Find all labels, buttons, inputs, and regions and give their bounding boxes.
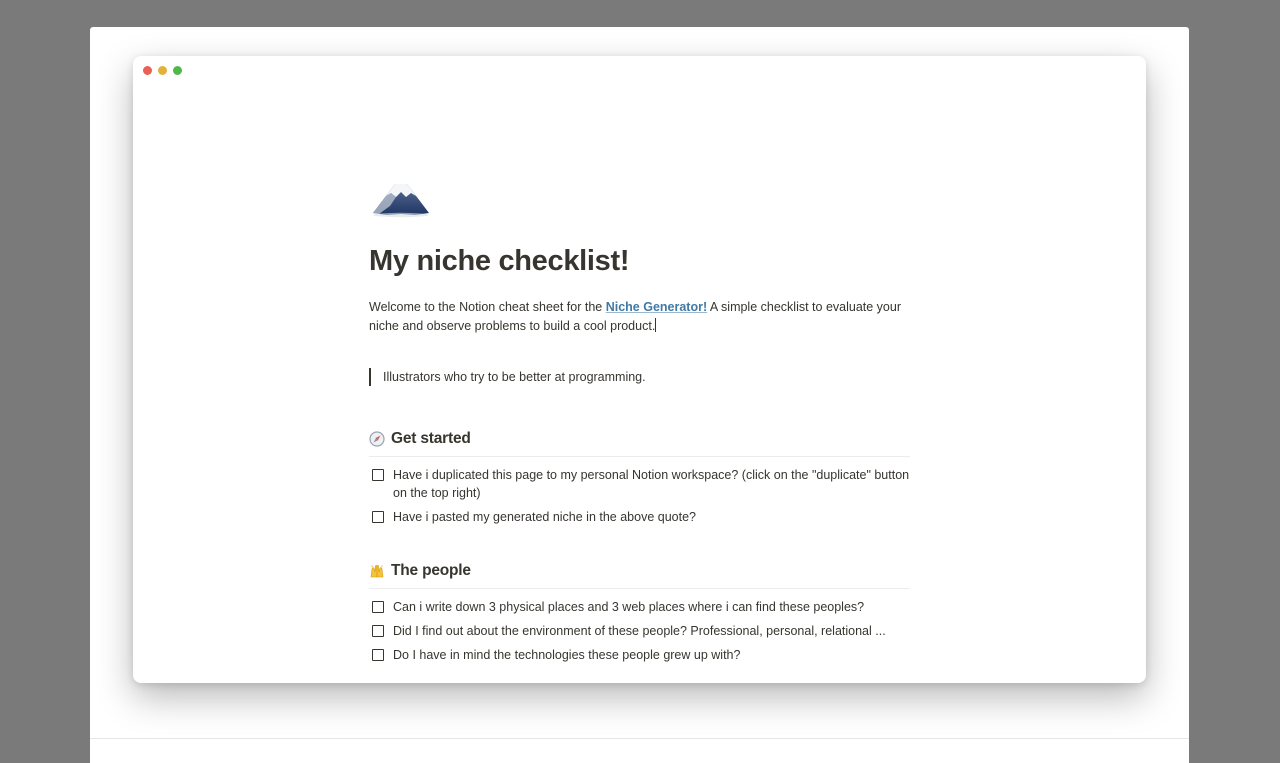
intro-text-before-link: Welcome to the Notion cheat sheet for th… bbox=[369, 299, 606, 314]
todo-text[interactable]: Can i write down 3 physical places and 3… bbox=[393, 598, 910, 616]
todo-list-the-people: Can i write down 3 physical places and 3… bbox=[369, 598, 910, 664]
todo-text[interactable]: Have i duplicated this page to my person… bbox=[393, 466, 910, 502]
maximize-window-button[interactable] bbox=[173, 66, 182, 75]
todo-text[interactable]: Do I have in mind the technologies these… bbox=[393, 646, 910, 664]
text-cursor bbox=[655, 317, 657, 332]
niche-generator-link[interactable]: Niche Generator! bbox=[606, 300, 707, 314]
section-title: The people bbox=[391, 561, 471, 579]
todo-list-get-started: Have i duplicated this page to my person… bbox=[369, 466, 910, 526]
window-controls bbox=[143, 66, 182, 75]
todo-checkbox[interactable] bbox=[372, 648, 384, 661]
todo-item: Can i write down 3 physical places and 3… bbox=[369, 598, 910, 616]
todo-checkbox[interactable] bbox=[372, 600, 384, 613]
raising-hands-icon bbox=[370, 564, 384, 578]
minimize-window-button[interactable] bbox=[158, 66, 167, 75]
todo-item: Have i duplicated this page to my person… bbox=[369, 466, 910, 502]
compass-icon bbox=[369, 431, 385, 447]
close-window-button[interactable] bbox=[143, 66, 152, 75]
todo-item: Do I have in mind the technologies these… bbox=[369, 646, 910, 664]
todo-checkbox[interactable] bbox=[372, 510, 384, 523]
notion-window: My niche checklist! Welcome to the Notio… bbox=[133, 56, 1146, 683]
niche-quote[interactable]: Illustrators who try to be better at pro… bbox=[369, 367, 910, 386]
page-divider bbox=[90, 738, 1189, 739]
todo-text[interactable]: Have i pasted my generated niche in the … bbox=[393, 508, 910, 526]
page-content: My niche checklist! Welcome to the Notio… bbox=[369, 180, 910, 670]
mount-fuji-icon[interactable] bbox=[371, 180, 431, 220]
todo-checkbox[interactable] bbox=[372, 468, 384, 481]
intro-paragraph[interactable]: Welcome to the Notion cheat sheet for th… bbox=[369, 298, 910, 336]
page-title[interactable]: My niche checklist! bbox=[369, 245, 910, 278]
section-heading-get-started[interactable]: Get started bbox=[369, 430, 910, 457]
todo-item: Did I find out about the environment of … bbox=[369, 622, 910, 640]
todo-checkbox[interactable] bbox=[372, 624, 384, 637]
section-heading-the-people[interactable]: The people bbox=[369, 562, 910, 589]
section-title: Get started bbox=[391, 429, 471, 447]
todo-text[interactable]: Did I find out about the environment of … bbox=[393, 622, 910, 640]
todo-item: Have i pasted my generated niche in the … bbox=[369, 508, 910, 526]
